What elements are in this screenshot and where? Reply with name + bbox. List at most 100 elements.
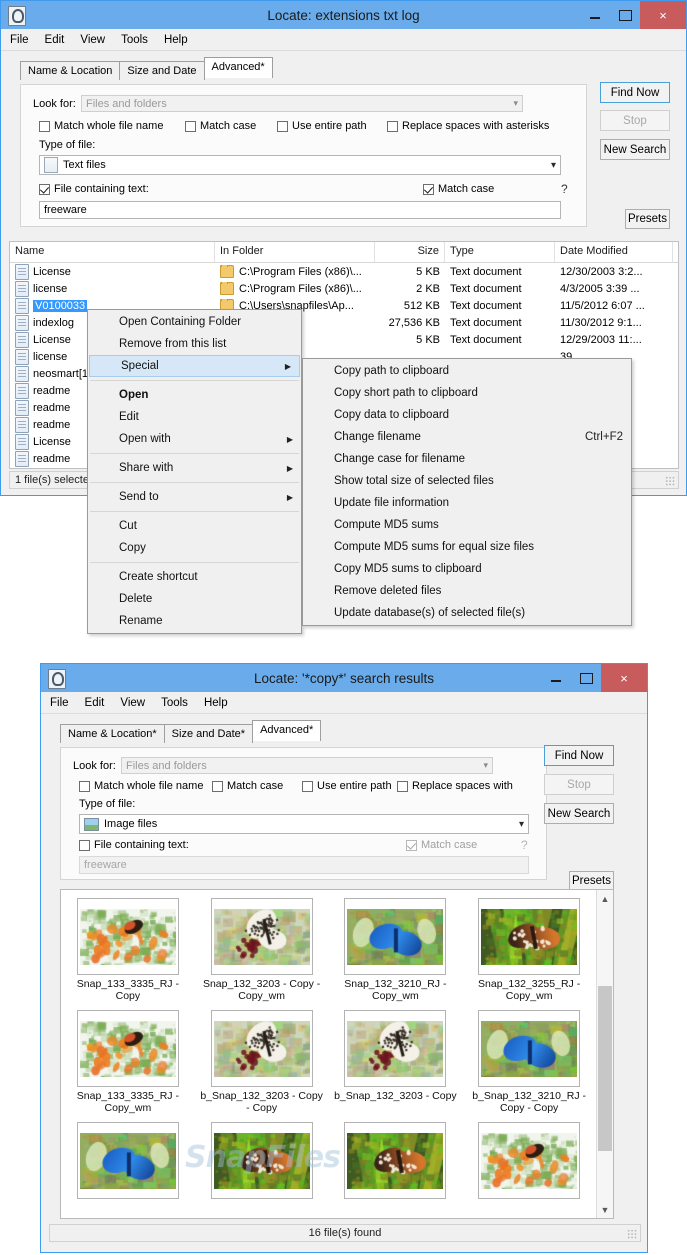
window2-tabstrip[interactable]: Name & Location* Size and Date* Advanced… [41,720,647,743]
check-match-case[interactable]: Match case [212,780,302,792]
check-match-case[interactable]: Match case [185,120,277,132]
check-use-entire-path[interactable]: Use entire path [277,120,387,132]
submenu-item[interactable]: Update database(s) of selected file(s) [303,602,631,624]
resize-grip[interactable] [627,1229,637,1239]
thumbnail-item[interactable] [462,1114,596,1202]
menu-edit[interactable]: Edit [85,697,105,709]
menu-tools[interactable]: Tools [121,34,148,46]
close-button[interactable]: × [640,1,686,29]
context-menu-item[interactable]: Delete [88,588,301,610]
scroll-down-icon[interactable]: ▼ [597,1201,613,1218]
context-menu-item[interactable]: Open [88,384,301,406]
scrollbar-thumb[interactable] [598,986,612,1151]
minimize-button[interactable] [580,1,610,29]
window1-menubar[interactable]: File Edit View Tools Help [1,29,686,51]
check-text-match-case[interactable]: Match case [423,183,494,195]
tab-name-location[interactable]: Name & Location [20,61,121,80]
find-now-button[interactable]: Find Now [544,745,614,766]
type-of-file-combo[interactable]: Text files ▾ [39,155,561,175]
checkbox[interactable] [302,780,313,792]
submenu-item[interactable]: Compute MD5 sums for equal size files [303,536,631,558]
thumbnail-item[interactable]: Snap_132_3210_RJ - Copy_wm [329,890,463,1002]
thumbnail-item[interactable]: Snap_133_3335_RJ - Copy [61,890,195,1002]
resize-grip[interactable] [665,476,675,486]
check-use-entire-path[interactable]: Use entire path [302,780,397,792]
tab-advanced[interactable]: Advanced* [203,57,273,78]
window2-menubar[interactable]: File Edit View Tools Help [41,692,647,714]
checkbox[interactable] [39,120,50,132]
checkbox[interactable] [185,120,196,132]
check-replace-spaces[interactable]: Replace spaces with asterisks [387,120,549,132]
check-match-whole-file-name[interactable]: Match whole file name [39,120,185,132]
thumbnail-scrollbar[interactable]: ▲ ▼ [596,890,613,1218]
maximize-button[interactable] [610,1,640,29]
context-menu-item[interactable]: Remove from this list [88,333,301,355]
thumbnail-item[interactable]: b_Snap_132_3210_RJ - Copy - Copy [462,1002,596,1114]
type-of-file-combo[interactable]: Image files ▾ [79,814,529,834]
thumbnail-item[interactable]: Snap_133_3335_RJ - Copy_wm [61,1002,195,1114]
presets-button[interactable]: Presets [569,871,614,891]
context-menu-item[interactable]: Send to ▶ [88,486,301,508]
checkbox[interactable] [79,839,90,851]
minimize-button[interactable] [541,664,571,692]
context-menu-item[interactable]: Rename [88,610,301,632]
column-header-in-folder[interactable]: In Folder [215,242,375,262]
context-menu-item[interactable]: Edit [88,406,301,428]
thumbnail-item[interactable]: b_Snap_132_3203 - Copy [329,1002,463,1114]
context-menu-item[interactable]: Special ▶ [89,355,300,377]
tab-name-location[interactable]: Name & Location* [60,724,165,743]
context-menu-item[interactable]: Copy [88,537,301,559]
checkbox[interactable] [387,120,398,132]
menu-view[interactable]: View [80,34,105,46]
presets-button[interactable]: Presets [625,209,670,229]
submenu-item[interactable]: Copy short path to clipboard [303,382,631,404]
check-file-containing-text[interactable]: File containing text: [79,839,189,851]
window1-tabstrip[interactable]: Name & Location Size and Date Advanced* [1,57,686,80]
menu-file[interactable]: File [50,697,69,709]
checkbox[interactable] [212,780,223,792]
menu-help[interactable]: Help [164,34,188,46]
context-menu-item[interactable]: Open Containing Folder [88,311,301,333]
help-question-icon[interactable]: ? [561,182,568,196]
window1-titlebar[interactable]: Locate: extensions txt log × [1,1,686,29]
submenu-item[interactable]: Copy data to clipboard [303,404,631,426]
new-search-button[interactable]: New Search [600,139,670,160]
thumbnail-item[interactable] [195,1114,329,1202]
column-header-date-modified[interactable]: Date Modified [555,242,673,262]
checkbox[interactable] [39,183,50,195]
thumbnail-item[interactable] [329,1114,463,1202]
tab-size-date[interactable]: Size and Date* [163,724,254,743]
window2-controls[interactable]: × [541,664,647,692]
submenu-item[interactable]: Show total size of selected files [303,470,631,492]
check-file-containing-text[interactable]: File containing text: [39,183,149,195]
column-header-name[interactable]: Name [10,242,215,262]
submenu-item[interactable]: Change filename Ctrl+F2 [303,426,631,448]
thumbnail-item[interactable]: b_Snap_132_3203 - Copy - Copy [195,1002,329,1114]
submenu-item[interactable]: Change case for filename [303,448,631,470]
listview-header[interactable]: Name In Folder Size Type Date Modified [10,242,678,263]
special-submenu[interactable]: Copy path to clipboard Copy short path to… [302,358,632,626]
scroll-up-icon[interactable]: ▲ [597,890,613,907]
checkbox[interactable] [277,120,288,132]
context-menu-item[interactable]: Cut [88,515,301,537]
menu-edit[interactable]: Edit [45,34,65,46]
check-match-whole-file-name[interactable]: Match whole file name [79,780,212,792]
column-header-size[interactable]: Size [375,242,445,262]
context-menu-item[interactable]: Open with ▶ [88,428,301,450]
checkbox[interactable] [423,183,434,195]
maximize-button[interactable] [571,664,601,692]
context-menu-item[interactable]: Share with ▶ [88,457,301,479]
check-replace-spaces[interactable]: Replace spaces with [397,780,513,792]
menu-view[interactable]: View [120,697,145,709]
checkbox[interactable] [397,780,408,792]
window2-titlebar[interactable]: Locate: '*copy*' search results × [41,664,647,692]
locate-window-copy-results[interactable]: Locate: '*copy*' search results × File E… [40,663,648,1253]
thumbnail-item[interactable]: Snap_132_3255_RJ - Copy_wm [462,890,596,1002]
tab-size-date[interactable]: Size and Date [119,61,205,80]
checkbox[interactable] [79,780,90,792]
window1-controls[interactable]: × [580,1,686,29]
look-for-combo[interactable]: Files and folders ▾ [121,757,493,774]
submenu-item[interactable]: Copy MD5 sums to clipboard [303,558,631,580]
locate-window-extensions[interactable]: Locate: extensions txt log × File Edit V… [0,0,687,634]
menu-tools[interactable]: Tools [161,697,188,709]
